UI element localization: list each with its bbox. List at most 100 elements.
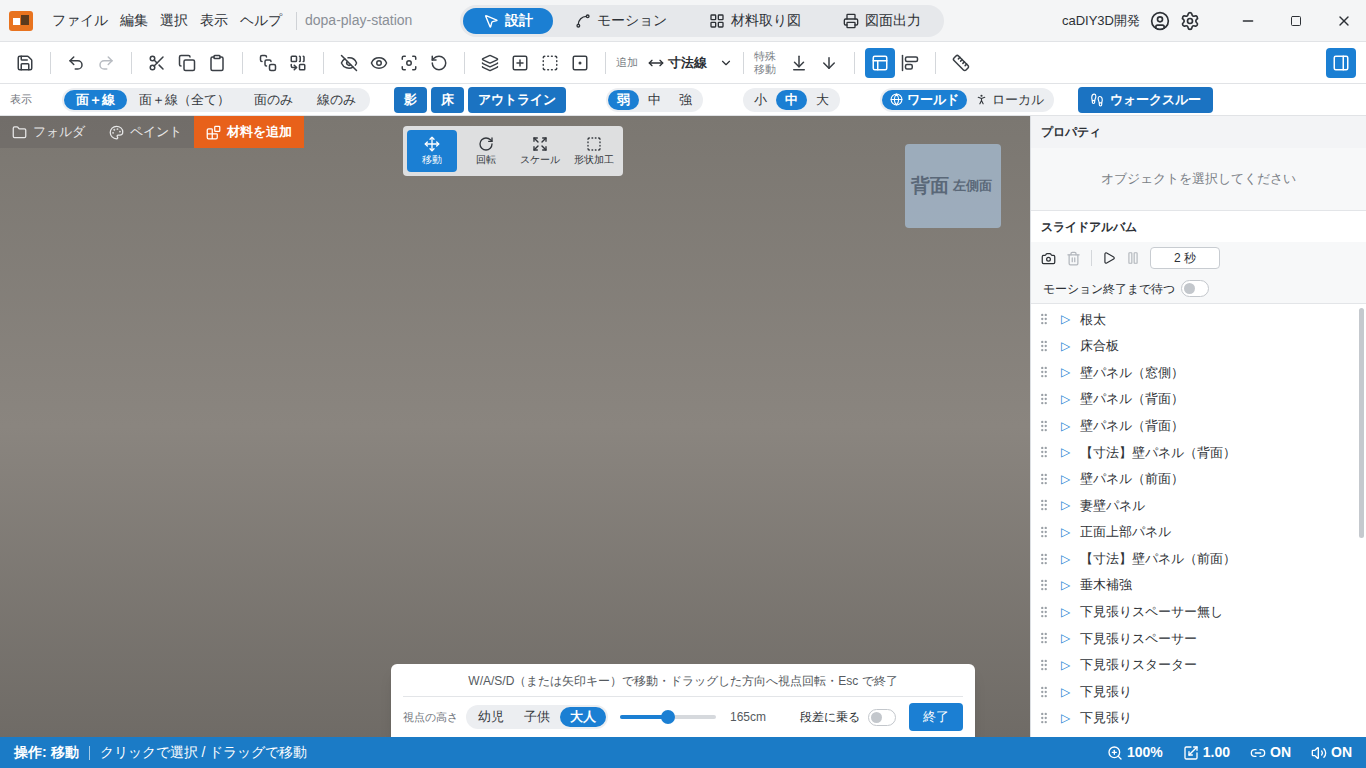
dimension-button[interactable]: 寸法線 [648,53,707,73]
viewport-tab[interactable]: フォルダ [0,116,97,148]
slide-item[interactable]: ▷下見張り [1031,678,1366,705]
trash-icon[interactable] [1066,251,1081,266]
save-button[interactable] [10,48,40,78]
view-cube[interactable]: 背面左側面 [905,144,1001,228]
reset-view-button[interactable] [424,48,454,78]
segment-option[interactable]: 中 [776,90,807,110]
segment-option[interactable]: 弱 [608,90,639,110]
scrollbar-thumb[interactable] [1359,308,1364,538]
slide-play-marker[interactable]: ▷ [1061,417,1070,435]
gear-icon[interactable] [1180,11,1200,31]
drag-handle-icon[interactable] [1037,658,1051,672]
drag-handle-icon[interactable] [1037,525,1051,539]
slide-item[interactable]: ▷壁パネル（前面） [1031,466,1366,493]
drag-handle-icon[interactable] [1037,498,1051,512]
tool-button[interactable]: スケール [515,130,565,172]
zoom-indicator[interactable]: 100% [1107,742,1163,763]
drag-handle-icon[interactable] [1037,605,1051,619]
slide-play-marker[interactable]: ▷ [1061,550,1070,568]
measure-button[interactable] [946,48,976,78]
segment-option[interactable]: 大人 [560,707,606,727]
align-button[interactable] [895,48,925,78]
slide-item[interactable]: ▷妻壁パネル [1031,492,1366,519]
step-toggle[interactable] [868,709,896,726]
space-option[interactable]: ローカル [967,90,1052,110]
slide-item[interactable]: ▷壁パネル（窓側） [1031,359,1366,386]
maximize-icon[interactable] [1290,15,1302,27]
show-button[interactable] [364,48,394,78]
drop-to-floor-button[interactable] [784,48,814,78]
slide-play-marker[interactable]: ▷ [1061,363,1070,381]
slide-item[interactable]: ▷【寸法】壁パネル（背面） [1031,439,1366,466]
slide-play-marker[interactable]: ▷ [1061,603,1070,621]
drag-handle-icon[interactable] [1037,578,1051,592]
drag-handle-icon[interactable] [1037,419,1051,433]
slide-play-marker[interactable]: ▷ [1061,576,1070,594]
drag-handle-icon[interactable] [1037,339,1051,353]
side-panel-button[interactable] [1326,48,1356,78]
select-box-button[interactable] [535,48,565,78]
segment-option[interactable]: 中 [639,90,670,110]
height-slider[interactable] [620,710,716,724]
drag-handle-icon[interactable] [1037,552,1051,566]
scale-indicator[interactable]: 1.00 [1183,742,1230,763]
paste-button[interactable] [202,48,232,78]
menu-item[interactable]: 表示 [194,10,234,31]
segment-option[interactable]: 線のみ [305,90,368,110]
ungroup-button[interactable] [283,48,313,78]
pause-icon[interactable] [1126,251,1140,265]
slide-play-marker[interactable]: ▷ [1061,629,1070,647]
interval-input[interactable]: 2 秒 [1150,247,1220,269]
slide-play-marker[interactable]: ▷ [1061,310,1070,328]
tool-button[interactable]: 回転 [461,130,511,172]
slide-item[interactable]: ▷垂木補強 [1031,572,1366,599]
menu-item[interactable]: ファイル [46,10,114,31]
space-option[interactable]: ワールド [882,90,967,110]
center-box-button[interactable] [565,48,595,78]
group-button[interactable] [253,48,283,78]
slide-item[interactable]: ▷下見張り [1031,705,1366,732]
slide-item[interactable]: ▷下見張りスターター [1031,652,1366,679]
minimize-icon[interactable] [1240,13,1256,29]
user-icon[interactable] [1150,11,1170,31]
mode-tab[interactable]: 材料取り図 [689,8,821,34]
slide-play-marker[interactable]: ▷ [1061,709,1070,727]
display-toggle[interactable]: 影 [394,87,427,113]
slide-play-marker[interactable]: ▷ [1061,656,1070,674]
drag-handle-icon[interactable] [1037,392,1051,406]
drag-handle-icon[interactable] [1037,312,1051,326]
play-icon[interactable] [1102,251,1116,265]
hide-button[interactable] [334,48,364,78]
snap-indicator[interactable]: ON [1250,742,1291,763]
slide-play-marker[interactable]: ▷ [1061,496,1070,514]
undo-button[interactable] [61,48,91,78]
segment-option[interactable]: 面＋線（全て） [127,90,242,110]
slider-thumb[interactable] [661,710,675,724]
viewport[interactable]: フォルダペイント材料を追加移動回転スケール形状加工背面左側面W/A/S/D（また… [0,116,1030,737]
drop-button[interactable] [814,48,844,78]
drag-handle-icon[interactable] [1037,445,1051,459]
add-material-button[interactable]: 材料を追加 [194,116,304,148]
close-icon[interactable] [1336,13,1352,29]
segment-option[interactable]: 強 [670,90,701,110]
camera-icon[interactable] [1041,251,1056,266]
walkthrough-button[interactable]: ウォークスルー [1078,87,1213,113]
drag-handle-icon[interactable] [1037,685,1051,699]
tool-button[interactable]: 移動 [407,130,457,172]
slide-item[interactable]: ▷正面上部パネル [1031,519,1366,546]
add-box-button[interactable] [505,48,535,78]
slide-play-marker[interactable]: ▷ [1061,470,1070,488]
wait-toggle[interactable] [1181,280,1209,297]
drag-handle-icon[interactable] [1037,711,1051,725]
segment-option[interactable]: 幼児 [468,707,514,727]
segment-option[interactable]: 子供 [514,707,560,727]
mode-tab[interactable]: モーション [555,8,687,34]
drag-handle-icon[interactable] [1037,365,1051,379]
slide-play-marker[interactable]: ▷ [1061,390,1070,408]
segment-option[interactable]: 面のみ [242,90,305,110]
segment-option[interactable]: 小 [745,90,776,110]
slide-item[interactable]: ▷下見張りスペーサー無し [1031,599,1366,626]
slide-item[interactable]: ▷壁パネル（背面） [1031,386,1366,413]
display-toggle[interactable]: 床 [431,87,464,113]
focus-button[interactable] [394,48,424,78]
